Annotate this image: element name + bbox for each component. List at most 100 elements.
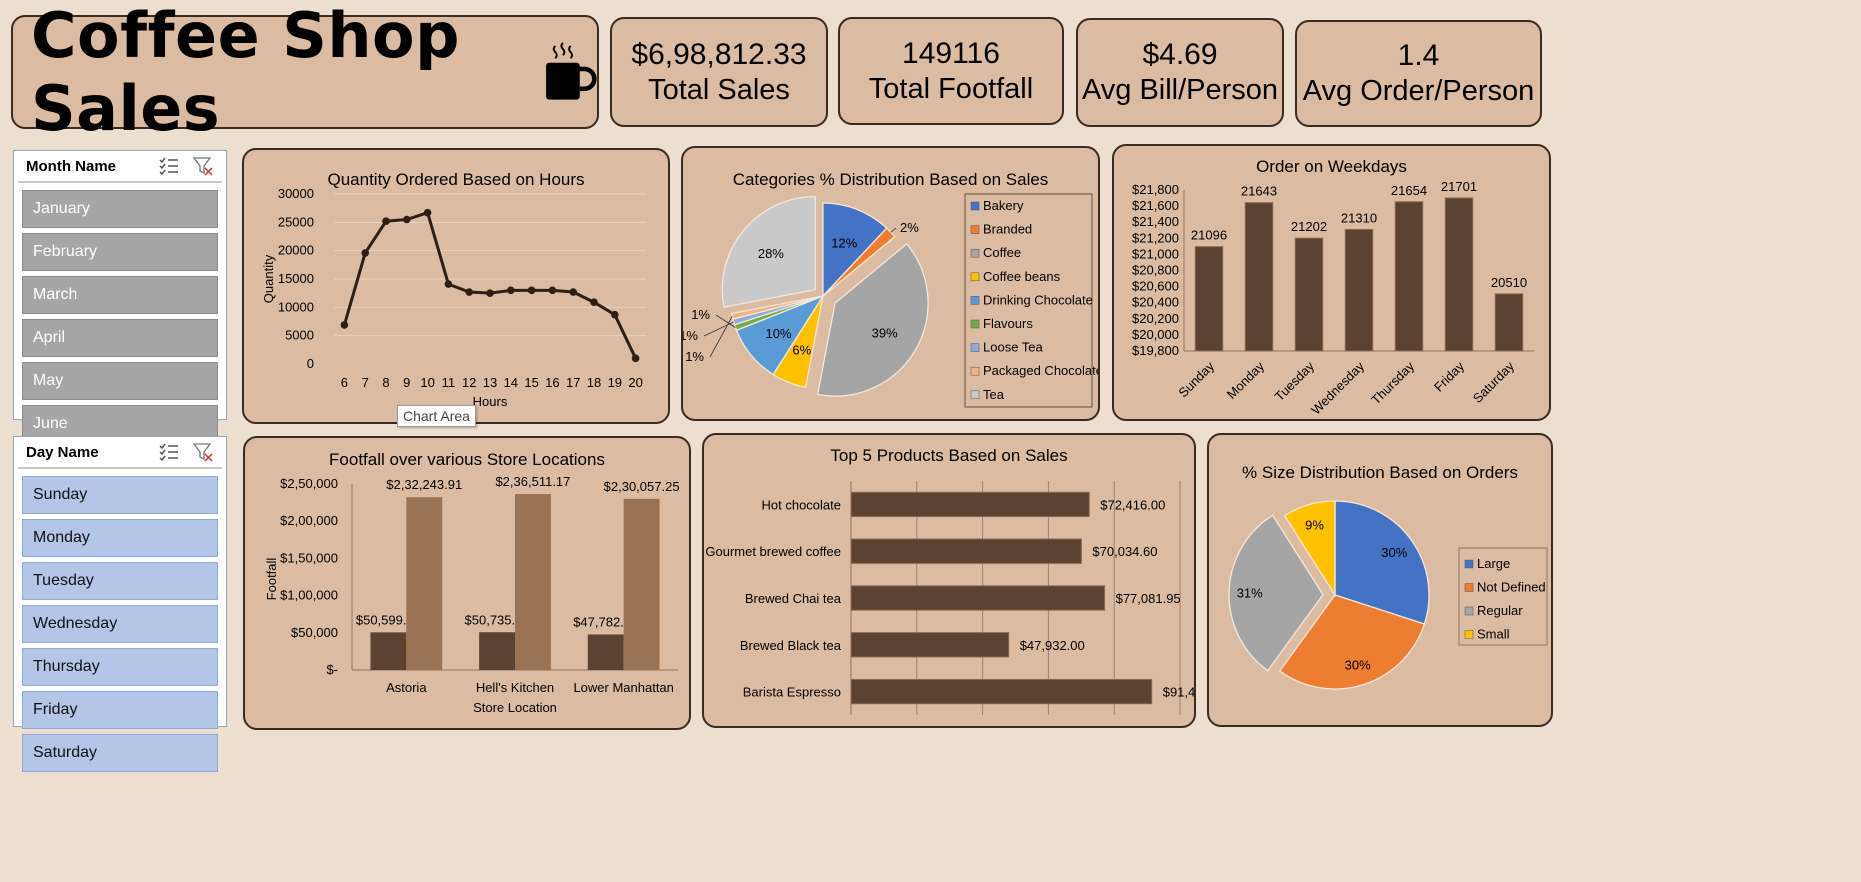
- legend-swatch: [1464, 606, 1474, 616]
- slicer-item-january[interactable]: January: [22, 190, 218, 228]
- x-tick-label: 16: [545, 375, 559, 390]
- data-point: [548, 286, 557, 295]
- x-tick-label: Tuesday: [1272, 358, 1318, 404]
- data-point: [527, 286, 536, 295]
- clear-filter-icon[interactable]: [192, 156, 214, 176]
- y-tick-label: $19,800: [1132, 343, 1179, 358]
- day-items: Sunday Monday Tuesday Wednesday Thursday…: [14, 469, 226, 772]
- slicer-item-wednesday[interactable]: Wednesday: [22, 605, 218, 643]
- slicer-item-may[interactable]: May: [22, 362, 218, 400]
- slice-label: 1%: [683, 328, 698, 343]
- legend-swatch: [970, 296, 980, 305]
- data-label: 20510: [1491, 275, 1527, 290]
- month-slicer: Month Name January February March April …: [13, 150, 227, 443]
- kpi-value: 149116: [902, 36, 1000, 70]
- multi-select-icon[interactable]: [158, 442, 180, 462]
- multi-select-icon[interactable]: [158, 156, 180, 176]
- bar: [1244, 202, 1274, 352]
- slice-label: 28%: [758, 246, 784, 261]
- kpi-total-sales: $6,98,812.33 Total Sales: [610, 17, 828, 127]
- categories-chart-panel[interactable]: Categories % Distribution Based on Sales…: [681, 146, 1100, 421]
- x-tick-label: 11: [442, 375, 456, 390]
- categories-pie-chart: 12% 2% 39% 6%10% 1% 1% 1% 28% Bakery Branded Coffe…: [683, 193, 1098, 408]
- legend-label: Loose Tea: [983, 340, 1044, 355]
- legend-swatch: [1464, 630, 1474, 639]
- legend-label: Coffee beans: [983, 269, 1061, 284]
- slicer-item-thursday[interactable]: Thursday: [22, 648, 218, 686]
- y-tick-label: $20,800: [1132, 263, 1179, 278]
- y-tick-label: $1,00,000: [280, 588, 338, 603]
- legend-label: Flavours: [983, 316, 1033, 331]
- x-tick-label: 6: [341, 375, 348, 390]
- kpi-value: $6,98,812.33: [631, 37, 807, 71]
- slicer-item-march[interactable]: March: [22, 276, 218, 314]
- footfall-chart-panel[interactable]: Footfall over various Store Locations $-…: [243, 436, 691, 730]
- products-chart-panel[interactable]: Top 5 Products Based on Sales Hot chocol…: [702, 433, 1196, 728]
- coffee-mug-icon: [546, 42, 597, 100]
- legend-swatch: [970, 366, 980, 376]
- weekdays-chart-panel[interactable]: Order on Weekdays $19,800 $20,000 $20,200 $…: [1112, 144, 1551, 421]
- data-point: [507, 286, 515, 295]
- dashboard-title: Coffee Shop Sales: [31, 0, 460, 145]
- legend-swatch: [970, 343, 980, 352]
- slice-label: 1%: [691, 307, 710, 322]
- clear-filter-icon[interactable]: [192, 442, 214, 462]
- x-tick-label: Wednesday: [1308, 358, 1367, 417]
- x-tick-label: 14: [504, 375, 518, 390]
- slicer-item-april[interactable]: April: [22, 319, 218, 357]
- data-point: [486, 289, 494, 297]
- slicer-item-monday[interactable]: Monday: [22, 519, 218, 557]
- x-axis-label: Store Location: [473, 700, 557, 715]
- bar: [479, 632, 515, 670]
- slicer-item-friday[interactable]: Friday: [22, 691, 218, 729]
- slice-label: 6%: [792, 343, 811, 358]
- legend-label: Not Defined: [1477, 580, 1546, 595]
- y-tick-label: 0: [307, 356, 314, 371]
- sizes-chart-panel[interactable]: % Size Distribution Based on Orders 30% 3…: [1207, 433, 1553, 727]
- data-label: $70,034.60: [1092, 544, 1157, 559]
- hours-chart-panel[interactable]: Quantity Ordered Based on Hours 0 5000 100…: [242, 148, 670, 424]
- legend-swatch: [970, 248, 980, 258]
- month-items: January February March April May June: [14, 183, 226, 443]
- data-label: 21701: [1441, 179, 1477, 194]
- x-tick-label: 20: [628, 375, 642, 390]
- data-point: [590, 298, 598, 307]
- y-tick-label: 30000: [278, 186, 314, 201]
- slice-label: 39%: [872, 325, 898, 340]
- slicer-item-sunday[interactable]: Sunday: [22, 476, 218, 514]
- bar: [515, 494, 551, 670]
- kpi-label: Avg Order/Person: [1302, 75, 1535, 108]
- y-tick-label: $20,200: [1132, 311, 1179, 326]
- y-tick-label: $20,000: [1132, 327, 1179, 342]
- bar: [850, 678, 1153, 705]
- bar: [406, 497, 443, 670]
- y-tick-label: $2,00,000: [280, 513, 338, 528]
- kpi-value: $4.69: [1142, 38, 1218, 72]
- kpi-value: 1.4: [1397, 39, 1440, 73]
- slicer-item-saturday[interactable]: Saturday: [22, 734, 218, 772]
- legend-label: Small: [1477, 627, 1510, 642]
- y-tick-label: $2,50,000: [280, 476, 338, 491]
- x-tick-label: Thursday: [1368, 358, 1417, 407]
- slicer-title: Day Name: [26, 443, 99, 461]
- slicer-title: Month Name: [26, 157, 116, 175]
- slicer-item-february[interactable]: February: [22, 233, 218, 271]
- data-point: [569, 288, 577, 296]
- y-tick-label: Hot chocolate: [762, 497, 842, 512]
- series-line: [342, 210, 637, 359]
- data-label: 21202: [1291, 219, 1327, 234]
- data-label: $91,406.20: [1163, 685, 1194, 700]
- x-tick-label: Hell's Kitchen: [476, 680, 554, 695]
- bar: [1194, 246, 1224, 352]
- legend-swatch: [1464, 583, 1474, 592]
- leader-line: [709, 316, 733, 358]
- slicer-item-tuesday[interactable]: Tuesday: [22, 562, 218, 600]
- data-point: [611, 310, 619, 319]
- bar: [850, 491, 1090, 518]
- x-tick-label: Friday: [1431, 358, 1467, 394]
- data-point: [340, 321, 349, 329]
- x-axis-label: Hours: [473, 394, 508, 409]
- kpi-avg-order: 1.4 Avg Order/Person: [1295, 20, 1542, 127]
- data-point: [382, 217, 390, 225]
- data-point: [465, 288, 473, 296]
